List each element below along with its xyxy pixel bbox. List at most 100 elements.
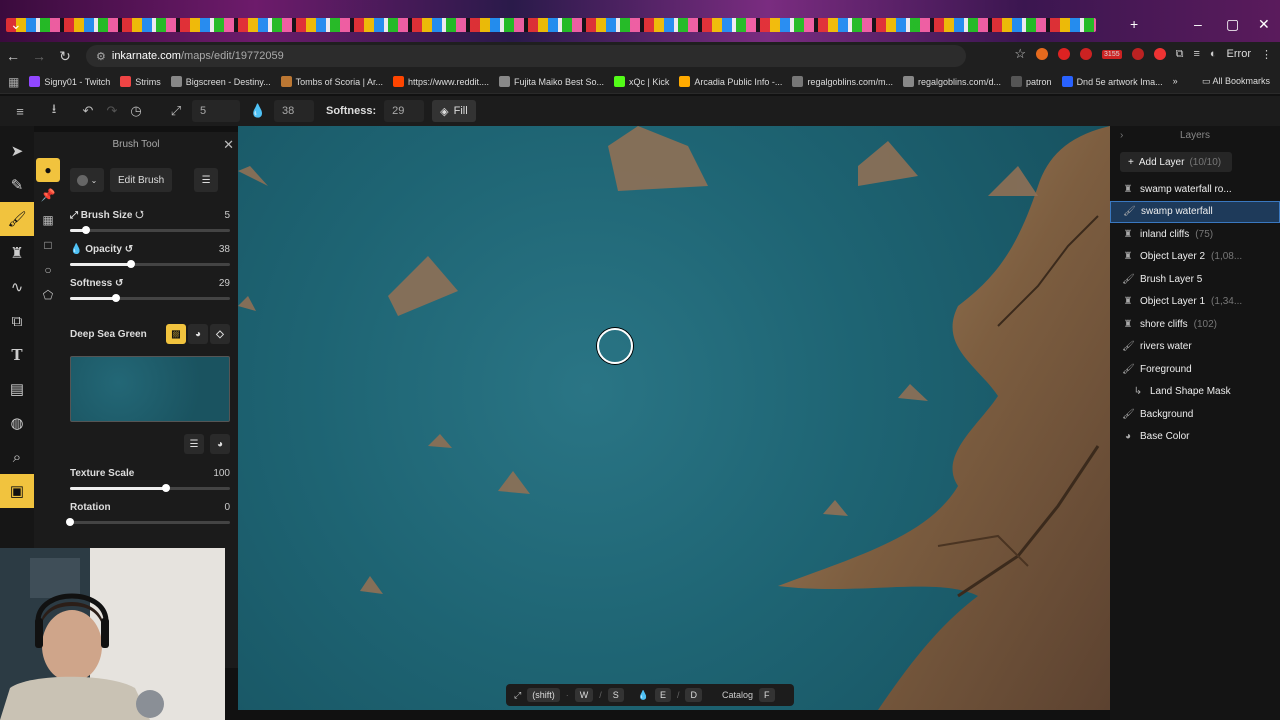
extension-badge[interactable]: 3155 — [1102, 49, 1122, 59]
extension-icon[interactable] — [1153, 48, 1166, 60]
bookmark-item[interactable]: Strims — [120, 76, 161, 87]
extension-icon[interactable] — [1131, 48, 1144, 60]
layer-item[interactable]: 🖌 Background — [1110, 403, 1280, 426]
undo-icon[interactable]: ↶ — [76, 103, 100, 119]
bookmark-item[interactable]: Arcadia Public Info -... — [679, 76, 782, 87]
reload-icon[interactable]: ↻ — [52, 48, 78, 65]
layer-item[interactable]: 🖌 Foreground — [1110, 358, 1280, 381]
slider-handle[interactable] — [126, 260, 135, 268]
media-icon[interactable]: ≡ — [1193, 48, 1199, 60]
key-s[interactable]: S — [607, 688, 624, 702]
path-tool-icon[interactable]: ∿ — [0, 270, 34, 304]
brush-tool-icon[interactable]: 🖌 — [0, 202, 34, 236]
extension-icon[interactable] — [1080, 48, 1093, 60]
texture-color-icon[interactable]: ◕ — [210, 434, 230, 454]
fill-button[interactable]: ◈ Fill — [432, 100, 476, 122]
opacity-icon[interactable]: 💧 — [246, 103, 270, 119]
catalog-label[interactable]: Catalog — [722, 690, 753, 700]
shift-key[interactable]: (shift) — [527, 688, 560, 702]
bookmark-item[interactable]: regalgoblins.com/m... — [792, 76, 893, 87]
extension-icon[interactable] — [1058, 48, 1071, 60]
slider-handle[interactable] — [162, 484, 170, 492]
back-icon[interactable]: ← — [0, 48, 26, 64]
layer-item[interactable]: ◕ Base Color — [1110, 426, 1280, 449]
extensions-icon[interactable]: ⧉ — [1176, 48, 1184, 61]
key-f[interactable]: F — [759, 688, 775, 702]
texture-palette-icon[interactable]: ◕ — [188, 324, 208, 344]
layer-item[interactable]: ♜ Object Layer 2 (1,08... — [1110, 246, 1280, 269]
layer-item[interactable]: 🖌 swamp waterfall — [1110, 200, 1280, 223]
tab-search-icon[interactable]: ⌄ — [10, 16, 22, 33]
bookmark-item[interactable]: Fujita Maiko Best So... — [499, 76, 604, 87]
texture-scale-slider[interactable]: Texture Scale 100 — [70, 468, 230, 498]
size-field[interactable]: 5 — [192, 100, 240, 122]
text-tool-icon[interactable]: T — [0, 338, 34, 372]
maximize-icon[interactable]: ▢ — [1226, 16, 1239, 33]
menu-icon[interactable]: ⋮ — [1261, 48, 1272, 61]
texture-preview[interactable] — [70, 356, 230, 422]
map-canvas[interactable] — [238, 126, 1110, 710]
apps-icon[interactable]: ▦ — [8, 75, 19, 89]
error-label[interactable]: Error — [1227, 48, 1251, 60]
bookmark-star-icon[interactable]: ☆ — [1014, 46, 1026, 62]
rotation-slider[interactable]: Rotation 0 — [66, 502, 230, 532]
bookmark-item[interactable]: Bigscreen - Destiny... — [170, 76, 271, 87]
layer-item[interactable]: ♜ inland cliffs (75) — [1110, 223, 1280, 246]
forward-icon[interactable]: → — [26, 48, 52, 64]
object-tool-icon[interactable]: ♜ — [0, 236, 34, 270]
more-bookmarks-icon[interactable]: » — [1173, 76, 1178, 87]
stamp-tool-icon[interactable]: ⧉ — [0, 304, 34, 338]
brush-preset-dropdown[interactable]: ⌄ — [70, 168, 104, 192]
new-tab-icon[interactable]: + — [1130, 16, 1138, 32]
select-tool-icon[interactable]: ➤ — [0, 134, 34, 168]
opacity-field[interactable]: 38 — [274, 100, 314, 122]
key-w[interactable]: W — [574, 688, 594, 702]
collapse-panel-icon[interactable]: › — [1120, 126, 1123, 146]
grid-icon[interactable]: ▦ — [36, 208, 60, 232]
globe-tool-icon[interactable]: ◍ — [0, 406, 34, 440]
zoom-tool-icon[interactable]: ⌕ — [0, 440, 34, 474]
hamburger-menu-icon[interactable]: ≡ — [8, 104, 32, 119]
edit-brush-button[interactable]: Edit Brush — [110, 168, 173, 192]
circle-shape-icon[interactable]: ○ — [36, 258, 60, 282]
minimize-icon[interactable]: – — [1194, 16, 1202, 32]
layer-item[interactable]: ♜ shore cliffs (102) — [1110, 313, 1280, 336]
pinned-tabs[interactable] — [6, 18, 1096, 32]
eraser-icon[interactable]: ◇ — [210, 324, 230, 344]
softness-field[interactable]: 29 — [384, 100, 425, 122]
layer-item[interactable]: 🖌 rivers water — [1110, 336, 1280, 359]
bookmark-item[interactable]: https://www.reddit.... — [392, 76, 489, 87]
square-shape-icon[interactable]: □ — [36, 233, 60, 257]
key-d[interactable]: D — [685, 688, 702, 702]
history-icon[interactable]: ◷ — [124, 103, 148, 119]
redo-icon[interactable]: ↷ — [100, 103, 124, 119]
save-icon[interactable]: ▣ — [0, 474, 34, 508]
bookmark-item[interactable]: regalgoblins.com/d... — [902, 76, 1001, 87]
slider-handle[interactable] — [112, 294, 121, 302]
bookmark-item[interactable]: patron — [1011, 76, 1052, 87]
slider-handle[interactable] — [82, 226, 90, 234]
texture-pattern-icon[interactable]: ▨ — [166, 324, 186, 344]
bookmark-item[interactable]: Dnd 5e artwork Ima... — [1061, 76, 1163, 87]
pipette-tool-icon[interactable]: ✎ — [0, 168, 34, 202]
layer-item[interactable]: ↳ Land Shape Mask — [1110, 381, 1280, 404]
size-icon[interactable]: ⤢ — [164, 103, 188, 119]
round-brush-icon[interactable]: ● — [36, 158, 60, 182]
download-icon[interactable]: ⭳ — [42, 100, 66, 122]
profile-icon[interactable]: ◐ — [1210, 48, 1217, 60]
softness-slider[interactable]: Softness ↺ 29 — [70, 278, 230, 308]
brush-settings-icon[interactable]: ☰ — [194, 168, 219, 192]
bookmark-item[interactable]: Tombs of Scoria | Ar... — [280, 76, 383, 87]
url-field[interactable]: ⚙ inkarnate.com /maps/edit/19772059 — [86, 45, 966, 67]
close-window-icon[interactable]: ✕ — [1258, 16, 1270, 33]
layer-item[interactable]: ♜ Object Layer 1 (1,34... — [1110, 291, 1280, 314]
all-bookmarks[interactable]: ▭ All Bookmarks — [1202, 76, 1270, 87]
add-layer-button[interactable]: + Add Layer (10/10) — [1120, 152, 1232, 172]
bookmark-item[interactable]: xQc | Kick — [614, 76, 669, 87]
pin-icon[interactable]: 📌 — [36, 183, 60, 207]
key-e[interactable]: E — [654, 688, 671, 702]
notes-tool-icon[interactable]: ▤ — [0, 372, 34, 406]
opacity-slider[interactable]: 💧 Opacity ↺ 38 — [70, 244, 230, 274]
extension-icon[interactable] — [1036, 48, 1049, 60]
texture-settings-icon[interactable]: ☰ — [184, 434, 204, 454]
